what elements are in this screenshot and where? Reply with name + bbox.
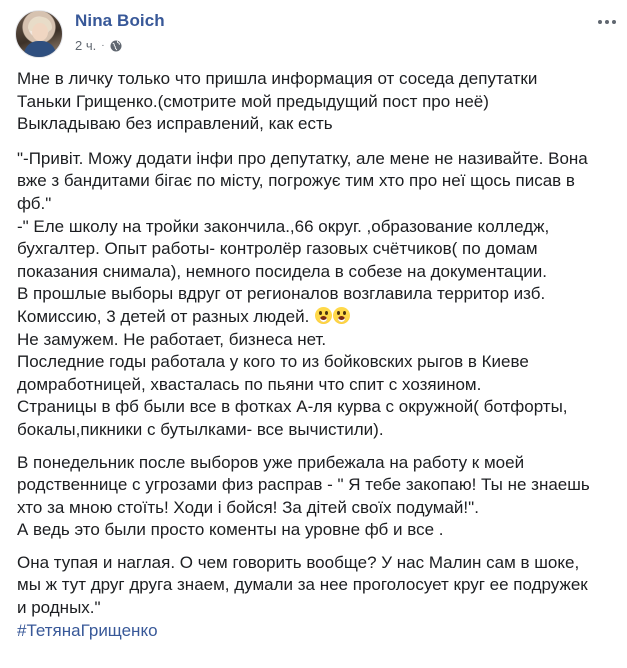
globe-icon[interactable]: [110, 40, 122, 52]
text-line: бокалы,пикники с бутылками- все вычистил…: [17, 419, 384, 439]
more-dot: [612, 20, 616, 24]
meta-separator: ·: [101, 40, 105, 51]
text-line: Последние годы работала у кого то из бой…: [17, 352, 529, 372]
paragraph-conclusion: Она тупая и наглая. О чем говорить вообщ…: [17, 552, 613, 642]
post-header: Nina Boich 2 ч. ·: [15, 10, 616, 62]
text-line: и родных.": [17, 598, 101, 618]
text-line: бухгалтер. Опыт работы- контролёр газовы…: [17, 239, 538, 259]
avatar-face: [32, 23, 48, 41]
text-line: Выкладываю без исправлений, как есть: [17, 114, 333, 134]
text-line: Не замужем. Не работает, бизнеса нет.: [17, 329, 327, 349]
author-avatar[interactable]: [15, 10, 63, 58]
text-line: -" Еле школу на тройки закончила.,66 окр…: [17, 216, 550, 236]
text-line: мы ж тут друг друга знаем, думали за нее…: [17, 575, 588, 595]
post-timestamp[interactable]: 2 ч.: [75, 38, 96, 53]
paragraph-threat: В понедельник после выборов уже прибежал…: [17, 452, 613, 542]
text-line: показания снимала), немного посидела в с…: [17, 261, 547, 281]
text-line: В прошлые выборы вдруг от регионалов воз…: [17, 284, 546, 304]
face-screaming-emoji: [315, 306, 333, 324]
more-options-icon[interactable]: [593, 12, 621, 32]
text-line: Страницы в фб были все в фотках А-ля кур…: [17, 397, 568, 417]
text-line: вже з бандитами бігає по місту, погрожує…: [17, 171, 575, 191]
text-line: Она тупая и наглая. О чем говорить вообщ…: [17, 552, 580, 572]
post-meta: 2 ч. ·: [75, 38, 122, 53]
text-line: домработницей, хвасталась по пьяни что с…: [17, 374, 482, 394]
text-line: А ведь это были просто коменты на уровне…: [17, 520, 444, 540]
more-dot: [605, 20, 609, 24]
author-name-link[interactable]: Nina Boich: [75, 11, 165, 31]
paragraph-quote: "-Привіт. Можу додати інфи про депутатку…: [17, 148, 613, 442]
face-screaming-emoji: [333, 306, 351, 324]
text-line: хто за мною стоїть! Ходи і бойся! За діт…: [17, 497, 479, 517]
text-line: "-Привіт. Можу додати інфи про депутатку…: [17, 148, 588, 168]
avatar-body: [24, 41, 56, 57]
text-line: Комиссию, 3 детей от разных людей.: [17, 306, 310, 326]
more-dot: [598, 20, 602, 24]
post-text: Мне в личку только что пришла информация…: [17, 68, 613, 642]
hashtag-link[interactable]: #ТетянаГрищенко: [17, 621, 158, 640]
text-line: родственнице с угрозами физ расправ - " …: [17, 475, 590, 495]
text-line: фб.": [17, 193, 52, 213]
text-line: В понедельник после выборов уже прибежал…: [17, 452, 525, 472]
paragraph-intro: Мне в личку только что пришла информация…: [17, 68, 613, 136]
text-line: Мне в личку только что пришла информация…: [17, 69, 538, 88]
text-line: Таньки Грищенко.(смотрите мой предыдущий…: [17, 91, 489, 111]
